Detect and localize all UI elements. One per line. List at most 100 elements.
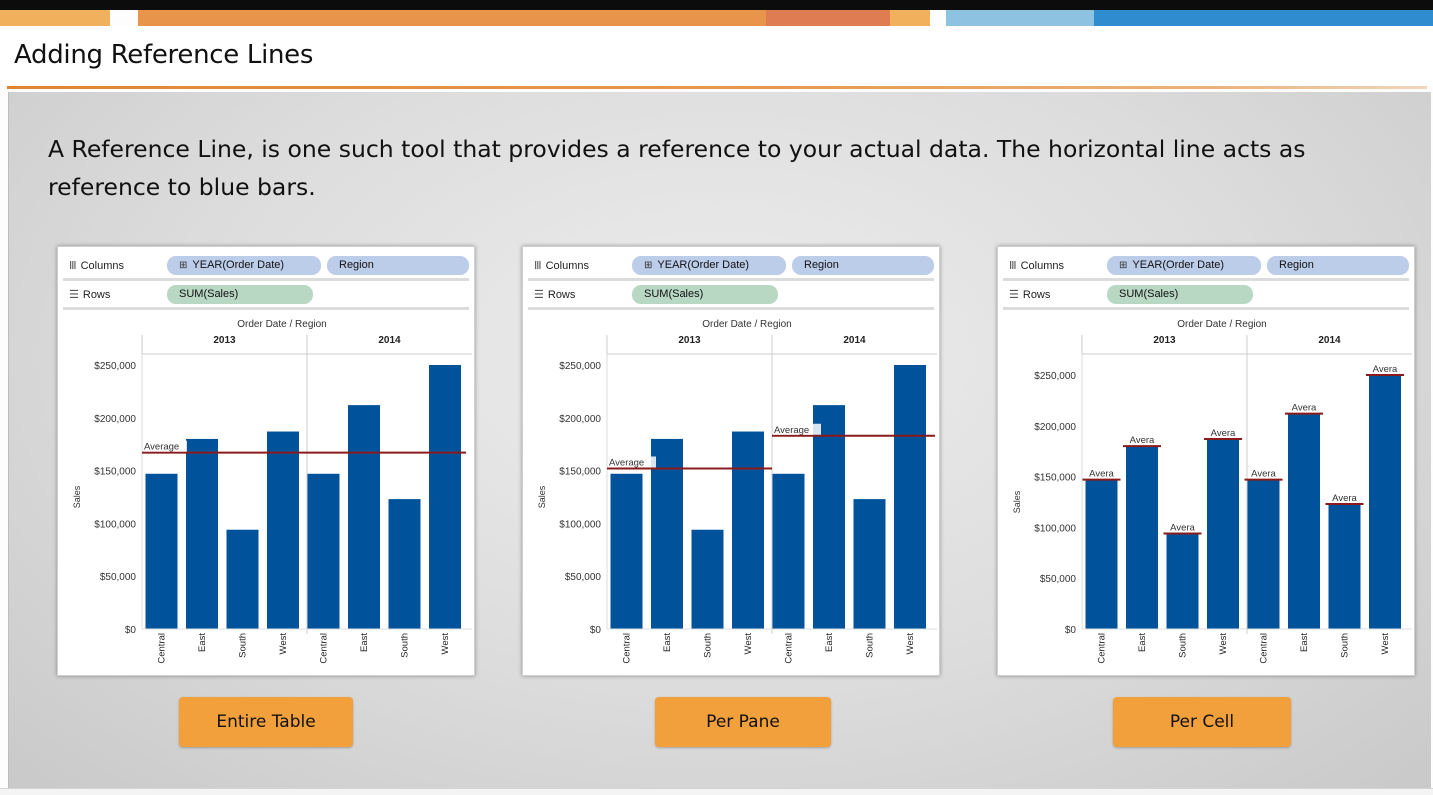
plus-box-icon[interactable]: ⊞ xyxy=(1119,260,1127,271)
chart-header-title: Order Date / Region xyxy=(237,319,327,330)
x-category-label: East xyxy=(824,633,835,652)
chart-panel-per-cell: Ⅲ Columns ⊞ YEAR(Order Date) Region ☰ Rows SUM(… xyxy=(997,246,1415,676)
chart-panel-entire-table: Ⅲ Columns ⊞ YEAR(Order Date) Region ☰ Rows SUM(… xyxy=(57,246,475,676)
year-header: 2013 xyxy=(213,335,236,346)
bar xyxy=(1085,479,1118,629)
columns-shelf-label: Ⅲ Columns xyxy=(1009,259,1064,272)
sum-sales-pill[interactable]: SUM(Sales) xyxy=(1107,285,1253,304)
region-pill[interactable]: Region xyxy=(792,256,934,275)
rows-label-text: Rows xyxy=(547,289,576,301)
reference-line-label: Avera xyxy=(1170,522,1195,533)
reference-line-label: Avera xyxy=(1292,403,1317,414)
slide-header: Adding Reference Lines xyxy=(0,26,1433,86)
top-accent-bar xyxy=(0,0,1433,26)
rows-shelf-label: ☰ Rows xyxy=(69,288,110,301)
y-tick-label: $100,000 xyxy=(94,519,136,530)
bar xyxy=(388,499,421,629)
columns-shelf: Ⅲ Columns ⊞ YEAR(Order Date) Region xyxy=(63,254,469,281)
x-category-label: Central xyxy=(157,633,168,664)
x-category-label: West xyxy=(1380,633,1391,655)
per-cell-button[interactable]: Per Cell xyxy=(1113,697,1291,747)
sales-pill-text: SUM(Sales) xyxy=(1119,288,1179,300)
bar xyxy=(1288,413,1320,629)
reference-line-label: Avera xyxy=(1332,493,1357,504)
bar xyxy=(145,473,178,629)
bar xyxy=(348,405,380,629)
y-tick-label: $250,000 xyxy=(1034,371,1076,382)
reference-line-label: Average xyxy=(609,457,644,468)
bar xyxy=(307,473,340,629)
reference-line-label: Avera xyxy=(1211,428,1236,439)
bar xyxy=(267,431,299,629)
bar xyxy=(429,365,461,629)
bar xyxy=(226,529,259,629)
bar xyxy=(894,365,926,629)
year-header: 2013 xyxy=(1153,335,1176,346)
region-pill[interactable]: Region xyxy=(327,256,469,275)
bar xyxy=(186,438,218,629)
sum-sales-pill[interactable]: SUM(Sales) xyxy=(632,285,778,304)
rows-shelf: ☰ Rows SUM(Sales) xyxy=(1003,283,1409,310)
slide-title: Adding Reference Lines xyxy=(14,40,314,70)
y-tick-label: $150,000 xyxy=(1034,473,1076,484)
year-order-date-pill[interactable]: ⊞ YEAR(Order Date) xyxy=(167,256,321,275)
columns-icon: Ⅲ xyxy=(69,260,77,272)
reference-line-label: Avera xyxy=(1251,469,1276,480)
reference-line-label: Avera xyxy=(1373,364,1398,375)
bar xyxy=(853,499,886,629)
plus-box-icon[interactable]: ⊞ xyxy=(644,260,652,271)
x-category-label: East xyxy=(662,633,673,652)
year-pill-text: YEAR(Order Date) xyxy=(657,259,750,271)
slide-description: A Reference Line, is one such tool that … xyxy=(48,135,1306,201)
x-category-label: West xyxy=(905,633,916,655)
x-category-label: Central xyxy=(622,633,633,664)
y-tick-label: $0 xyxy=(125,625,137,636)
x-category-label: East xyxy=(197,633,208,652)
rows-shelf-label: ☰ Rows xyxy=(534,288,575,301)
y-tick-label: $200,000 xyxy=(559,414,601,425)
x-category-label: Central xyxy=(319,633,330,664)
per-pane-button[interactable]: Per Pane xyxy=(655,697,831,747)
bar-chart: Order Date / Region2013 2014 Sales $0 $50,00… xyxy=(537,319,937,664)
title-underline xyxy=(7,86,1427,89)
entire-table-button[interactable]: Entire Table xyxy=(179,697,353,747)
y-tick-label: $50,000 xyxy=(1040,574,1077,585)
x-category-label: East xyxy=(359,633,370,652)
columns-icon: Ⅲ xyxy=(534,260,542,272)
x-category-label: Central xyxy=(1259,633,1270,664)
year-header: 2014 xyxy=(843,335,866,346)
year-order-date-pill[interactable]: ⊞ YEAR(Order Date) xyxy=(1107,256,1261,275)
bar xyxy=(1247,479,1280,629)
bar xyxy=(1126,446,1158,629)
year-header: 2014 xyxy=(1318,335,1341,346)
columns-shelf: Ⅲ Columns ⊞ YEAR(Order Date) Region xyxy=(528,254,934,281)
rows-shelf: ☰ Rows SUM(Sales) xyxy=(63,283,469,310)
columns-label-text: Columns xyxy=(545,260,589,272)
chart-header-title: Order Date / Region xyxy=(702,319,792,330)
rows-shelf: ☰ Rows SUM(Sales) xyxy=(528,283,934,310)
reference-line-label: Avera xyxy=(1089,469,1114,480)
year-order-date-pill[interactable]: ⊞ YEAR(Order Date) xyxy=(632,256,786,275)
sales-pill-text: SUM(Sales) xyxy=(179,288,239,300)
y-axis-label: Sales xyxy=(1012,490,1022,513)
region-pill[interactable]: Region xyxy=(1267,256,1409,275)
bar xyxy=(772,473,805,629)
rows-icon: ☰ xyxy=(1009,289,1019,301)
bar xyxy=(1328,504,1361,629)
year-header: 2014 xyxy=(378,335,401,346)
x-category-label: West xyxy=(440,633,451,655)
y-tick-label: $0 xyxy=(590,625,602,636)
y-axis-label: Sales xyxy=(537,485,547,508)
y-tick-label: $100,000 xyxy=(1034,523,1076,534)
sum-sales-pill[interactable]: SUM(Sales) xyxy=(167,285,313,304)
x-category-label: Central xyxy=(1097,633,1108,664)
columns-icon: Ⅲ xyxy=(1009,260,1017,272)
y-axis-label: Sales xyxy=(72,485,82,508)
rows-icon: ☰ xyxy=(534,289,544,301)
x-category-label: West xyxy=(278,633,289,655)
bar-chart: Order Date / Region2013 2014 Sales $0 $50,00… xyxy=(72,319,472,664)
year-pill-text: YEAR(Order Date) xyxy=(1132,259,1225,271)
bar xyxy=(1369,375,1401,629)
bar xyxy=(691,529,724,629)
plus-box-icon[interactable]: ⊞ xyxy=(179,260,187,271)
